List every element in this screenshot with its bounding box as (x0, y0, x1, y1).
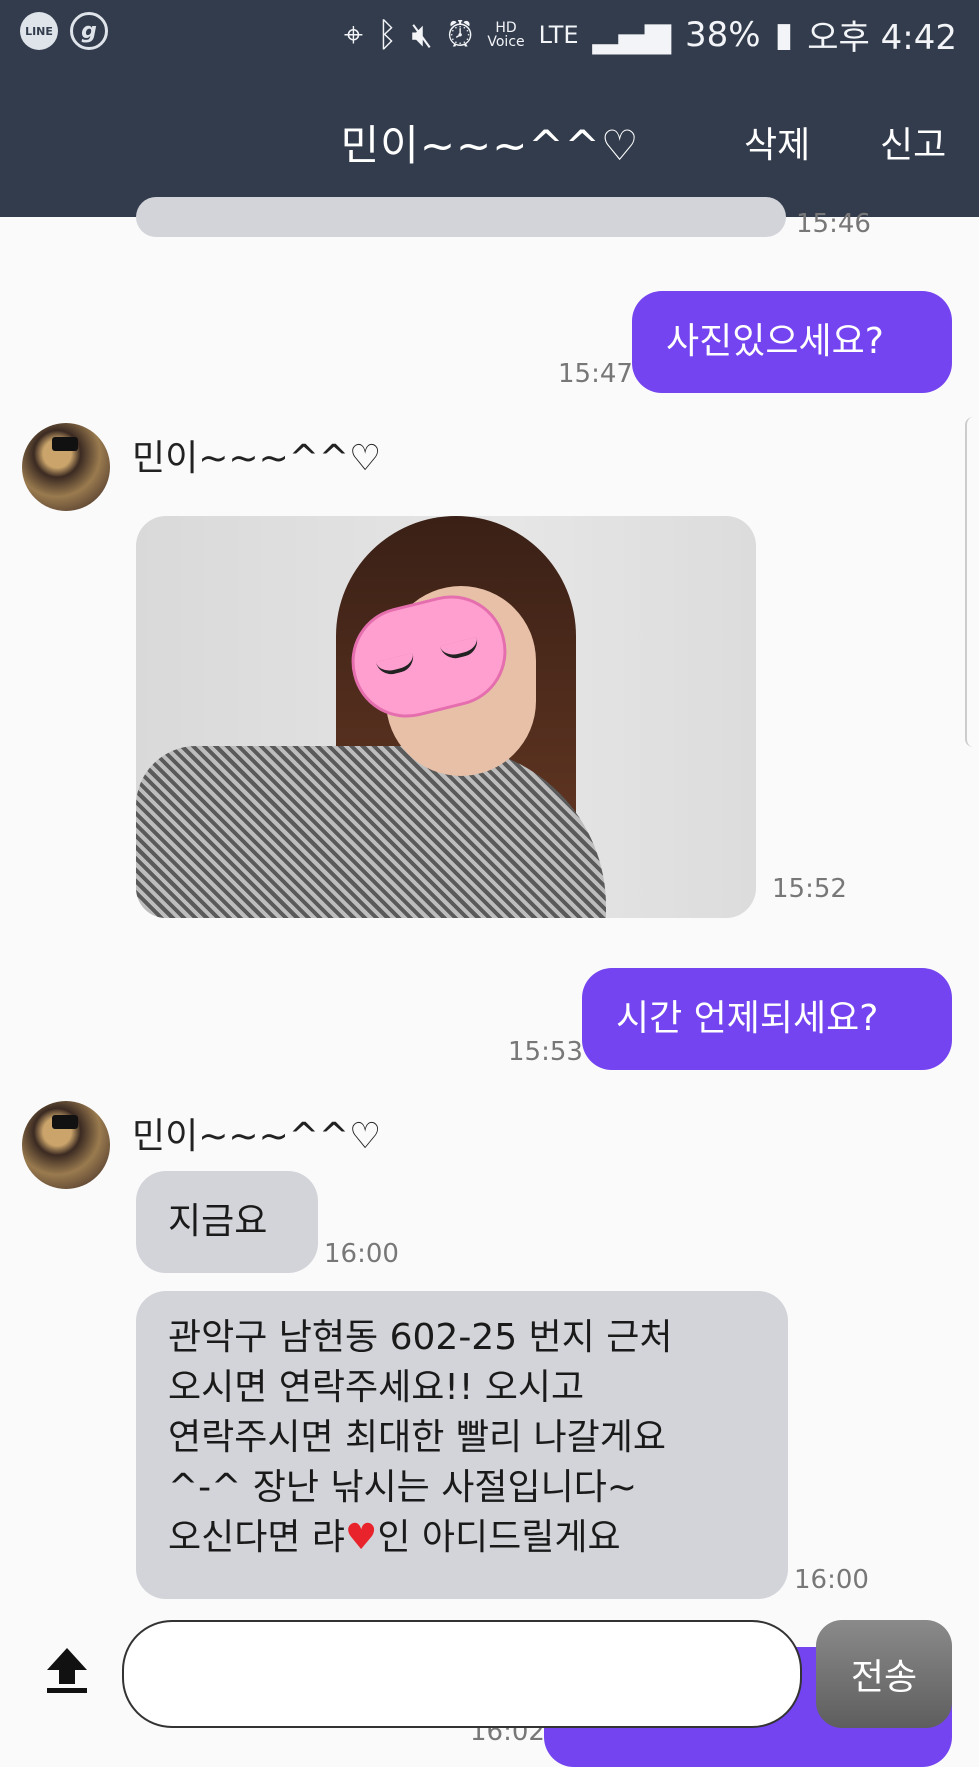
network-type: LTE (538, 20, 579, 49)
report-button[interactable]: 신고 (880, 116, 946, 168)
avatar[interactable] (22, 423, 110, 511)
message-time: 16:00 (324, 1239, 399, 1269)
upload-icon[interactable] (42, 1648, 92, 1698)
message-time: 15:52 (772, 874, 847, 904)
line-icon: LINE (20, 12, 58, 50)
location-icon: ⌖ (343, 14, 364, 55)
alarm-icon: ⏰︎ (446, 14, 474, 55)
message-bubble-incoming: 지금요 (136, 1171, 318, 1273)
message-bubble-outgoing: 사진있으세요? (632, 291, 952, 393)
message-bubble-incoming: 관악구 남현동 602-25 번지 근처 오시면 연락주세요!! 오시고 연락주… (136, 1291, 788, 1599)
avatar[interactable] (22, 1101, 110, 1189)
message-bubble-outgoing: 시간 언제되세요? (582, 968, 952, 1070)
clock: 오후 4:42 (807, 18, 957, 58)
message-time: 15:53 (508, 1037, 583, 1067)
message-time: 15:46 (796, 209, 871, 239)
status-bar: LINE g ⌖ ᛒ 🔇︎ ⏰︎ HD Voice LTE ▂▄▆ 38% ▮ 오… (0, 0, 979, 66)
signal-icon: ▂▄▆ (592, 14, 671, 55)
delete-button[interactable]: 삭제 (744, 116, 810, 168)
battery-icon: ▮ (774, 14, 794, 55)
app-header: LINE g ⌖ ᛒ 🔇︎ ⏰︎ HD Voice LTE ▂▄▆ 38% ▮ 오… (0, 0, 979, 217)
send-button[interactable]: 전송 (816, 1620, 952, 1728)
sender-name: 민이~~~^^♡ (132, 1116, 382, 1157)
chat-area[interactable]: 15:46 15:47 사진있으세요? 민이~~~^^♡ 15:52 15:53… (0, 197, 979, 1767)
message-time: 15:47 (558, 359, 633, 389)
chat-title: 민이~~~^^♡ (340, 121, 640, 170)
message-time: 16:00 (794, 1565, 869, 1595)
hd-voice-icon: HD Voice (487, 19, 525, 50)
bluetooth-icon: ᛒ (377, 14, 398, 55)
scroll-indicator[interactable] (965, 417, 979, 747)
battery-percent: 38% (684, 14, 761, 55)
sender-name: 민이~~~^^♡ (132, 438, 382, 479)
message-input[interactable] (122, 1620, 802, 1728)
g-icon: g (70, 12, 108, 50)
message-bubble-incoming (136, 197, 786, 237)
photo-message[interactable] (136, 516, 756, 918)
mute-icon: 🔇︎ (411, 14, 433, 55)
heart-emoji-icon: ♥ (345, 1517, 378, 1558)
